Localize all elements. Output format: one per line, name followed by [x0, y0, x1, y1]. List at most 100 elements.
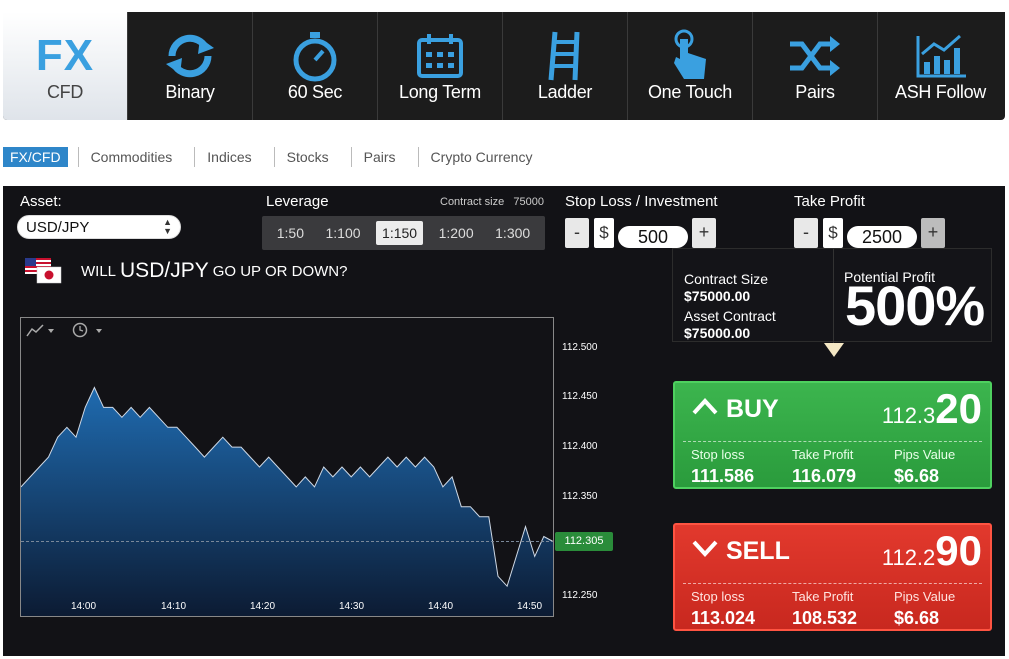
x-tick-label: 14:20 — [250, 601, 276, 612]
chevron-up-icon — [692, 398, 718, 415]
chevron-down-icon — [692, 540, 718, 557]
buy-price: 112.320 — [882, 385, 982, 433]
sell-button[interactable]: SELL 112.290 Stop loss 113.024 Take Prof… — [673, 523, 992, 631]
buy-stop-loss-value: 111.586 — [691, 466, 755, 486]
shuffle-icon — [753, 28, 877, 84]
contract-size-label: Contract size — [440, 196, 505, 208]
x-tick-label: 14:30 — [339, 601, 365, 612]
sell-text: SELL — [725, 537, 790, 565]
buy-separator — [683, 441, 982, 442]
tab-pairs[interactable]: Pairs — [753, 12, 878, 120]
tab-ladder[interactable]: Ladder — [503, 12, 628, 120]
tab-binary[interactable]: Binary — [128, 12, 253, 120]
sell-price-small: 112.2 — [881, 545, 936, 570]
dollar-sign: $ — [823, 218, 843, 248]
product-tab-bar: FX CFD Binary 60 Sec Long Term Ladder On… — [3, 12, 1005, 120]
buy-take-profit-value: 116.079 — [792, 466, 857, 486]
leverage-option[interactable]: 1:300 — [489, 221, 536, 245]
leverage-option[interactable]: 1:50 — [271, 221, 310, 245]
asset-value: USD/JPY — [26, 219, 90, 236]
sell-take-profit-value: 108.532 — [792, 608, 858, 628]
question-asset: USD/JPY — [120, 259, 209, 282]
tab-long-term[interactable]: Long Term — [378, 12, 503, 120]
potential-profit-value: 500% — [845, 274, 985, 337]
stop-loss-minus-button[interactable]: - — [565, 218, 589, 248]
tab-label: CFD — [46, 82, 84, 102]
tab-label: Pairs — [795, 82, 835, 102]
buy-label: BUY — [691, 395, 779, 424]
updown-arrow-icon: ▲ ▼ — [163, 217, 172, 236]
price-chart-svg — [21, 322, 553, 616]
category-indices[interactable]: Indices — [194, 147, 263, 167]
tab-label: One Touch — [647, 82, 733, 102]
take-profit-plus-button[interactable]: + — [921, 218, 945, 248]
trade-question: WILL USD/JPY GO UP OR DOWN? — [25, 258, 347, 284]
stop-loss-input[interactable]: 500 — [618, 226, 688, 248]
x-tick-label: 14:40 — [428, 601, 454, 612]
caret-down-icon — [824, 343, 844, 357]
sell-take-profit-label: Take Profit — [792, 589, 854, 604]
contract-size-info-label: Contract Size — [684, 271, 769, 287]
asset-select[interactable]: USD/JPY ▲ ▼ — [17, 215, 181, 239]
sell-pips-label: Pips Value — [894, 589, 956, 604]
asset-contract-value: $75000.00 — [684, 325, 751, 341]
usd-jpy-flag-icon — [25, 258, 62, 284]
clock-icon[interactable] — [72, 322, 103, 338]
trading-panel: Asset: USD/JPY ▲ ▼ Leverage Contract size… — [3, 186, 1005, 656]
leverage-option[interactable]: 1:200 — [433, 221, 480, 245]
tab-one-touch[interactable]: One Touch — [628, 12, 753, 120]
sell-price: 112.290 — [882, 527, 982, 575]
buy-pips-value: $6.68 — [894, 466, 940, 486]
y-tick-label: 112.400 — [562, 441, 598, 453]
tab-label: Ladder — [537, 82, 593, 102]
leverage-option-selected[interactable]: 1:150 — [376, 221, 424, 245]
take-profit-minus-button[interactable]: - — [794, 218, 818, 248]
x-tick-label: 14:50 — [517, 601, 543, 612]
y-tick-label: 112.500 — [562, 341, 598, 353]
touch-icon — [628, 28, 752, 84]
y-tick-label: 112.250 — [562, 590, 598, 602]
tab-cfd[interactable]: FX CFD — [3, 12, 128, 120]
leverage-option[interactable]: 1:100 — [320, 221, 367, 245]
buy-button[interactable]: BUY 112.320 Stop loss 111.586 Take Profi… — [673, 381, 992, 489]
contract-size-info-value: $75000.00 — [684, 288, 751, 304]
category-stocks[interactable]: Stocks — [273, 147, 341, 167]
tab-label: 60 Sec — [287, 82, 343, 102]
sell-stop-loss-value: 113.024 — [691, 608, 756, 628]
calendar-icon — [378, 28, 502, 84]
tab-label: ASH Follow — [894, 82, 987, 102]
take-profit-label: Take Profit — [794, 193, 865, 210]
sell-stop-loss-label: Stop loss — [691, 589, 745, 604]
x-tick-label: 14:00 — [71, 601, 97, 612]
tab-label: Binary — [165, 82, 215, 102]
category-fx-cfd[interactable]: FX/CFD — [3, 147, 68, 167]
buy-text: BUY — [725, 395, 779, 423]
category-commodities[interactable]: Commodities — [77, 147, 185, 167]
stop-loss-plus-button[interactable]: + — [692, 218, 716, 248]
leverage-selector: 1:50 1:100 1:150 1:200 1:300 — [262, 216, 545, 250]
buy-price-large: 20 — [935, 385, 982, 432]
buy-price-small: 112.3 — [881, 403, 936, 428]
tab-60-sec[interactable]: 60 Sec — [253, 12, 378, 120]
chart-type-icon[interactable] — [26, 324, 54, 337]
price-area — [21, 387, 553, 616]
category-crypto[interactable]: Crypto Currency — [417, 147, 545, 167]
x-tick-label: 14:10 — [161, 601, 187, 612]
current-price-badge: 112.305 — [555, 531, 613, 551]
y-tick-label: 112.350 — [562, 490, 598, 502]
asset-contract-label: Asset Contract — [684, 308, 776, 324]
ladder-icon — [503, 28, 627, 84]
sell-pips-value: $6.68 — [894, 608, 940, 628]
tab-ash-follow[interactable]: ASH Follow — [878, 12, 1003, 120]
buy-pips-label: Pips Value — [894, 447, 956, 462]
contract-size-value: 75000 — [513, 196, 544, 208]
sell-price-large: 90 — [935, 527, 982, 574]
stop-loss-stepper: - $ 500 + — [565, 218, 716, 248]
buy-take-profit-label: Take Profit — [792, 447, 854, 462]
price-chart[interactable] — [20, 317, 554, 617]
buy-stop-loss-label: Stop loss — [691, 447, 745, 462]
take-profit-input[interactable]: 2500 — [847, 226, 917, 248]
category-pairs[interactable]: Pairs — [350, 147, 408, 167]
info-divider — [833, 249, 834, 343]
fx-icon: FX — [35, 31, 95, 80]
